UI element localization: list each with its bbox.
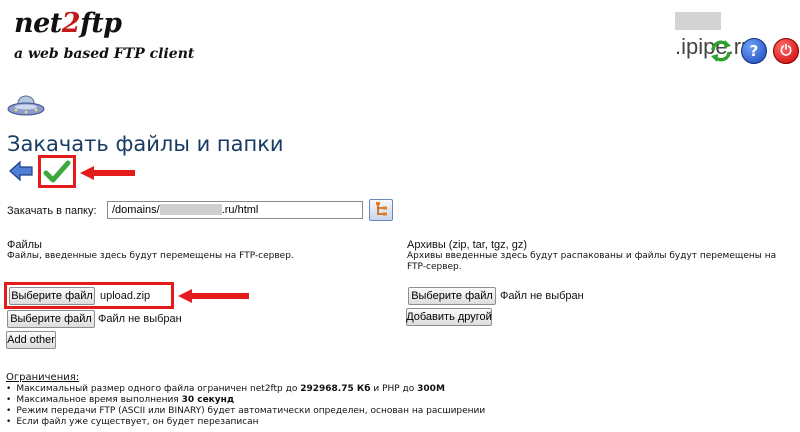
annotation-arrow [178, 289, 249, 303]
app-tagline: a web based FTP client [14, 46, 195, 62]
chosen-file-name: Файл не выбран [98, 313, 182, 325]
choose-archive-button[interactable]: Выберите файл [408, 287, 496, 305]
limits-list: Максимальный размер одного файла огранич… [6, 384, 485, 428]
files-description: Файлы, введенные здесь будут перемещены … [7, 251, 294, 261]
page-title: Закачать файлы и папки [7, 132, 284, 156]
submit-checkmark-button[interactable] [43, 159, 71, 185]
chosen-archive-name: Файл не выбран [500, 290, 584, 302]
refresh-icon[interactable] [708, 38, 734, 64]
add-another-archive-button[interactable]: Добавить другой [406, 308, 492, 326]
list-item: Режим передачи FTP (ASCII или BINARY) бу… [6, 406, 485, 417]
redacted-block [675, 12, 721, 30]
browse-folder-button[interactable] [369, 199, 393, 221]
archives-description-cont: FTP-сервер. [407, 262, 462, 272]
tree-icon [376, 202, 387, 216]
limits-title: Ограничения: [6, 372, 80, 383]
choose-file-button[interactable]: Выберите файл [9, 287, 95, 305]
list-item: Максимальный размер одного файла огранич… [6, 384, 485, 395]
chosen-file-name: upload.zip [100, 290, 151, 302]
highlight-frame [38, 155, 76, 188]
archives-heading: Архивы (zip, tar, tgz, gz) [407, 239, 528, 251]
choose-file-button[interactable]: Выберите файл [7, 310, 95, 328]
back-arrow-icon[interactable] [8, 160, 34, 182]
checkmark-icon [43, 160, 71, 182]
files-heading: Файлы [7, 239, 42, 251]
add-other-button[interactable]: Add other [6, 331, 56, 349]
list-item: Если файл уже существует, он будет перез… [6, 417, 485, 428]
upload-dir-input[interactable]: /domains/.ru/html [107, 201, 363, 219]
annotation-arrow [80, 166, 135, 180]
help-icon[interactable]: ? [741, 38, 767, 64]
archives-description: Архивы введенные здесь будут распакованы… [407, 251, 777, 261]
power-icon[interactable]: ⏻ [773, 38, 799, 64]
list-item: Максимальное время выполнения 30 секунд [6, 395, 485, 406]
redacted-block [159, 204, 222, 215]
app-logo: net2ftp [14, 8, 122, 39]
upload-dir-label: Закачать в папку: [7, 205, 97, 217]
ufo-icon [7, 95, 45, 116]
